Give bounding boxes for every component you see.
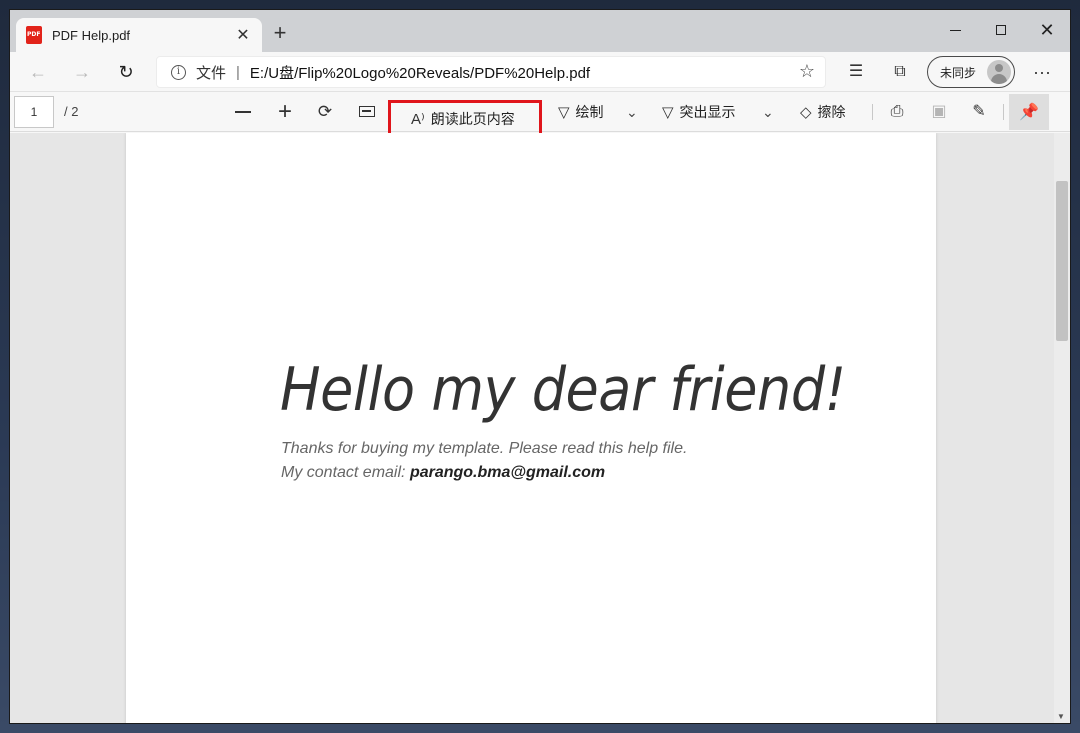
page-number-input[interactable]: 1: [14, 96, 54, 128]
refresh-button[interactable]: ↻: [114, 60, 138, 84]
read-aloud-icon: A⁾: [411, 111, 425, 128]
address-bar[interactable]: i 文件 | E:/U盘/Flip%20Logo%20Reveals/PDF%2…: [156, 56, 826, 88]
draw-button[interactable]: ▽ 绘制: [558, 100, 604, 124]
print-icon[interactable]: ⎙: [886, 100, 908, 124]
highlight-icon: ▽: [662, 104, 674, 121]
highlight-label: 突出显示: [679, 104, 736, 120]
fit-page-button[interactable]: [356, 100, 378, 124]
minimize-icon: [949, 29, 961, 31]
avatar: [987, 60, 1011, 84]
toolbar-divider: [872, 104, 873, 120]
collections-icon[interactable]: ⧉: [888, 60, 912, 84]
new-tab-button[interactable]: +: [268, 22, 292, 44]
pdf-toolbar: 1 / 2 + ⟳ A⁾ 朗读此页内容 ▽ 绘制 ⌄ ▽ 突出显示 ⌄ ◇ 擦除…: [10, 92, 1070, 150]
tab-pdf-help[interactable]: PDF Help.pdf ✕: [16, 18, 262, 52]
pin-toolbar-button[interactable]: 📌: [1009, 94, 1049, 130]
page-total: / 2: [64, 104, 79, 119]
maximize-icon: [996, 25, 1006, 35]
highlight-button[interactable]: ▽ 突出显示: [662, 100, 736, 124]
more-menu-icon[interactable]: ···: [1030, 60, 1054, 84]
minus-icon: [235, 111, 251, 113]
maximize-button[interactable]: [978, 16, 1024, 44]
forward-button[interactable]: →: [70, 60, 94, 84]
draw-icon: ▽: [558, 104, 570, 121]
address-scheme-label: 文件: [196, 64, 227, 82]
scroll-down-arrow-icon[interactable]: ▼: [1057, 712, 1065, 721]
read-aloud-label: 朗读此页内容: [430, 111, 515, 127]
favorite-star-icon[interactable]: ☆: [799, 61, 815, 82]
pin-icon: 📌: [1019, 104, 1039, 121]
back-button[interactable]: ←: [26, 60, 50, 84]
close-window-button[interactable]: ✕: [1024, 16, 1070, 44]
navigation-bar: ← → ↻ i 文件 | E:/U盘/Flip%20Logo%20Reveals…: [10, 52, 1070, 92]
vertical-scrollbar[interactable]: ▼: [1054, 133, 1070, 723]
erase-label: 擦除: [817, 104, 846, 120]
address-url[interactable]: E:/U盘/Flip%20Logo%20Reveals/PDF%20Help.p…: [250, 62, 590, 83]
contact-email: parango.bma@gmail.com: [409, 464, 606, 481]
info-icon[interactable]: i: [171, 64, 186, 80]
rotate-button[interactable]: ⟳: [314, 100, 336, 124]
pdf-file-icon: [26, 26, 42, 44]
favorites-icon[interactable]: ☰: [844, 60, 868, 84]
document-contact-line: My contact email: parango.bma@gmail.com: [281, 464, 605, 482]
tab-title: PDF Help.pdf: [52, 27, 131, 43]
document-heading: Hello my dear friend!: [280, 355, 846, 425]
pdf-page: Hello my dear friend! Thanks for buying …: [126, 133, 936, 723]
tab-strip: PDF Help.pdf ✕ + ✕: [10, 10, 1070, 52]
save-icon[interactable]: ▣: [928, 100, 950, 124]
highlight-options-chevron-icon[interactable]: ⌄: [762, 100, 774, 124]
profile-button[interactable]: 未同步: [927, 56, 1015, 88]
close-tab-icon[interactable]: ✕: [234, 25, 252, 45]
eraser-icon: ◇: [800, 104, 812, 121]
toolbar-divider: [1003, 104, 1004, 120]
draw-options-chevron-icon[interactable]: ⌄: [626, 100, 638, 124]
draw-label: 绘制: [575, 104, 604, 120]
document-intro-text: Thanks for buying my template. Please re…: [281, 440, 688, 457]
profile-sync-label: 未同步: [940, 65, 977, 80]
browser-window: PDF Help.pdf ✕ + ✕ ← → ↻ i 文件 | E:/U盘/Fl…: [10, 10, 1070, 723]
fit-width-icon: [359, 106, 375, 117]
scrollbar-thumb[interactable]: [1056, 181, 1068, 341]
close-icon: ✕: [1039, 20, 1055, 40]
erase-button[interactable]: ◇ 擦除: [800, 100, 846, 124]
zoom-out-button[interactable]: [232, 100, 254, 124]
contact-prefix: My contact email:: [281, 464, 410, 481]
save-as-icon[interactable]: ✎: [968, 100, 990, 124]
address-separator: |: [236, 63, 240, 81]
zoom-in-button[interactable]: +: [274, 100, 296, 124]
minimize-button[interactable]: [932, 16, 978, 44]
pdf-viewer[interactable]: Hello my dear friend! Thanks for buying …: [10, 133, 1070, 723]
